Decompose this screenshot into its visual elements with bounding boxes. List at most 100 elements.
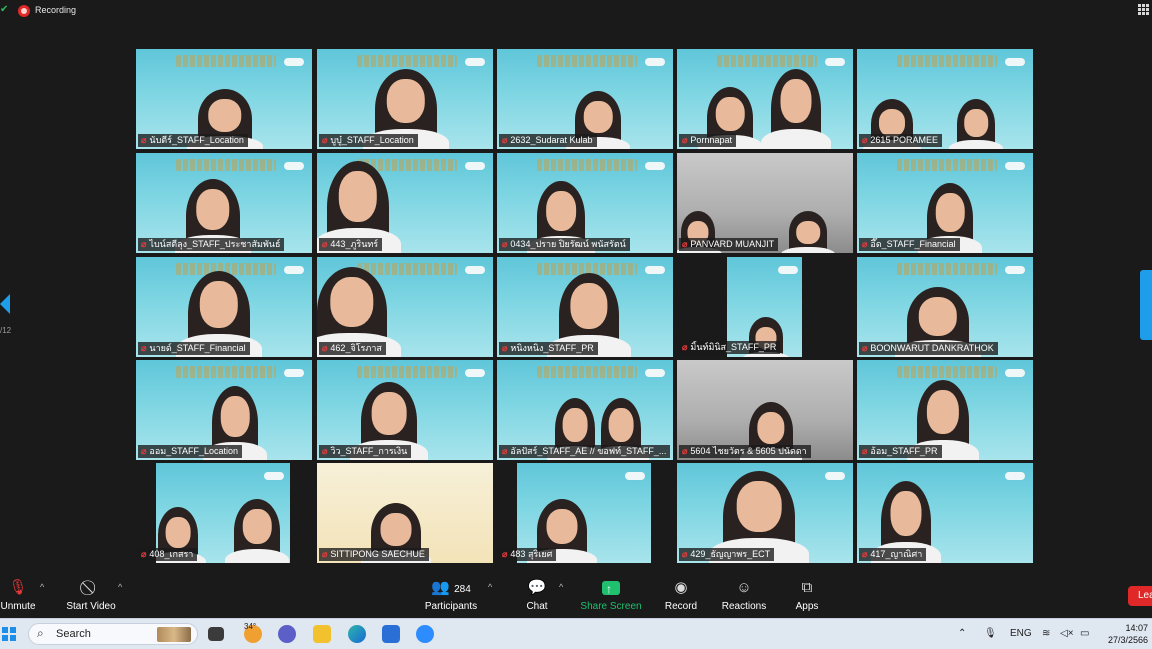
chat-label: Chat (526, 601, 548, 612)
previous-page-arrow-icon[interactable] (0, 294, 10, 314)
mic-muted-icon: ⌀ (682, 342, 688, 352)
participants-chevron-icon[interactable]: ^ (488, 582, 492, 592)
video-tile[interactable]: ⌀ อ้อม_STAFF_PR (857, 360, 1033, 460)
participant-name-bar: ⌀ 0434_ปราย ปิยรัฒน์ พนัสรัตน์ (499, 238, 630, 251)
participant-name: Pornnapat (690, 135, 732, 145)
system-clock[interactable]: 14:07 27/3/2566 (1108, 622, 1148, 646)
participant-name-bar: ⌀ 429_ธัญญาพร_ECT (679, 548, 775, 561)
unmute-button[interactable]: 🎙 Unmute (0, 578, 36, 612)
video-tile[interactable]: ⌀ นับตีร์_STAFF_Location (136, 49, 312, 149)
participants-button[interactable]: 👥 284 Participants (420, 578, 482, 612)
mic-muted-icon: ⌀ (682, 239, 688, 249)
chat-chevron-icon[interactable]: ^ (559, 582, 563, 592)
participant-name: วิว_STAFF_การเงิน (330, 446, 408, 456)
video-tile[interactable]: ⌀ 443_ภูรินทร์ (317, 153, 493, 253)
video-tile[interactable]: ⌀ 462_จิโรภาส (317, 257, 493, 357)
participant-name-bar: ⌀ 443_ภูรินทร์ (319, 238, 383, 251)
store-icon[interactable] (382, 625, 400, 643)
participant-name-bar: ⌀ 5604 ไชยวัตร & 5605 ปนัดดา (679, 445, 811, 458)
video-tile[interactable]: ⌀ อึ๊ด_STAFF_Financial (857, 153, 1033, 253)
show-hidden-icons-chevron-icon[interactable]: ⌃ (958, 628, 966, 639)
participant-name: ออม_STAFF_Location (149, 446, 239, 456)
gallery-view-icon[interactable] (1138, 4, 1149, 15)
participant-name: มิ้นท์มินิส_STAFF_PR (690, 342, 777, 352)
video-tile[interactable]: ⌀ 2615 PORAMEE (857, 49, 1033, 149)
taskbar-search-box[interactable]: ⌕ Search (28, 623, 198, 645)
teams-chat-icon[interactable] (278, 625, 296, 643)
participant-name-bar: ⌀ อึ๊ด_STAFF_Financial (859, 238, 960, 251)
participants-label: Participants (424, 601, 478, 612)
windows-taskbar: ⌕ Search 34° ⌃ 🎙 ENG ≋ ◁× ▭ 14:07 27/3/2… (0, 618, 1152, 649)
video-options-chevron-icon[interactable]: ^ (118, 582, 122, 592)
video-tile[interactable]: ⌀ 2632_Sudarat Kulab (497, 49, 673, 149)
video-tile[interactable]: ⌀ 0434_ปราย ปิยรัฒน์ พนัสรัตน์ (497, 153, 673, 253)
participant-video (224, 499, 290, 563)
wifi-icon[interactable]: ≋ (1042, 628, 1050, 639)
unmute-label: Unmute (0, 601, 36, 612)
next-page-button[interactable] (1140, 270, 1152, 340)
video-tile[interactable]: ⌀ หนิงหนิง_STAFF_PR (497, 257, 673, 357)
start-video-label: Start Video (66, 601, 116, 612)
participant-name: บูบู๋_STAFF_Location (330, 135, 414, 145)
mic-muted-icon: ⌀ (502, 135, 508, 145)
share-screen-icon (602, 579, 620, 599)
video-tile[interactable]: ⌀ บูบู๋_STAFF_Location (317, 49, 493, 149)
meeting-top-bar: ✔ Recording (0, 0, 1152, 22)
record-label: Record (664, 601, 698, 612)
participant-name: 429_ธัญญาพร_ECT (690, 549, 771, 559)
video-tile[interactable]: ⌀ อัลปัสร์_STAFF_AE // ขอฟท์_STAFF_... (497, 360, 673, 460)
participant-name-bar: ⌀ หนิงหนิง_STAFF_PR (499, 342, 598, 355)
participant-name: 443_ภูรินทร์ (330, 239, 379, 249)
mic-muted-icon: ⌀ (502, 549, 508, 559)
recording-icon (18, 5, 30, 17)
file-explorer-icon[interactable] (313, 625, 331, 643)
participant-name-bar: ⌀ PANVARD MUANJIT (679, 238, 779, 251)
chat-button[interactable]: 💬 Chat (522, 578, 552, 612)
video-tile[interactable]: ⌀ ออม_STAFF_Location (136, 360, 312, 460)
participant-name: 5604 ไชยวัตร & 5605 ปนัดดา (690, 446, 807, 456)
participant-name: นับตีร์_STAFF_Location (149, 135, 244, 145)
participant-name-bar: ⌀ อ้อม_STAFF_PR (859, 445, 942, 458)
video-tile[interactable]: ⌀ Pornnapat (677, 49, 853, 149)
apps-button[interactable]: ⧉ Apps (792, 578, 822, 612)
windows-start-icon[interactable] (2, 627, 16, 641)
video-tile[interactable]: ⌀ 5604 ไชยวัตร & 5605 ปนัดดา (677, 360, 853, 460)
share-screen-label: Share Screen (580, 601, 642, 612)
mic-muted-icon: ⌀ (682, 135, 688, 145)
zoom-app-icon[interactable] (416, 625, 434, 643)
task-view-icon[interactable] (208, 627, 224, 641)
start-video-button[interactable]: ⃠ Start Video (62, 578, 120, 612)
video-tile[interactable]: ⌀ นายด์_STAFF_Financial (136, 257, 312, 357)
participant-name: 408_เกสรา (149, 549, 194, 559)
mic-muted-icon: ⌀ (141, 343, 147, 353)
participant-name: 2615 PORAMEE (870, 135, 938, 145)
reactions-icon: ☺ (736, 579, 752, 596)
mic-muted-icon: ⌀ (141, 135, 147, 145)
edge-browser-icon[interactable] (348, 625, 366, 643)
mic-muted-icon: ⌀ (862, 549, 868, 559)
reactions-button[interactable]: ☺ Reactions (720, 578, 768, 612)
video-tile[interactable]: ⌀ 429_ธัญญาพร_ECT (677, 463, 853, 563)
background-banner (176, 55, 276, 67)
video-tile[interactable]: ⌀ วิว_STAFF_การเงิน (317, 360, 493, 460)
participants-icon: 👥 284 (431, 579, 471, 596)
video-tile[interactable]: ⌀ BOONWARUT DANKRATHOK (857, 257, 1033, 357)
video-tile[interactable]: ⌀ ไบน์สตีลุง_STAFF_ประชาสัมพันธ์ (136, 153, 312, 253)
record-button[interactable]: ◉ Record (662, 578, 700, 612)
recording-label: Recording (35, 5, 77, 15)
leave-button[interactable]: Lea (1128, 586, 1152, 606)
microphone-icon[interactable]: 🎙 (984, 628, 997, 639)
video-tile[interactable]: ⌀ PANVARD MUANJIT (677, 153, 853, 253)
battery-icon[interactable]: ▭ (1080, 628, 1089, 639)
security-shield-icon[interactable]: ✔ (0, 4, 8, 15)
video-tile[interactable]: ⌀ 417_ญาณิศา (857, 463, 1033, 563)
weather-temperature: 34° (244, 622, 257, 631)
participant-name-bar: ⌀ BOONWARUT DANKRATHOK (859, 342, 998, 355)
volume-muted-icon[interactable]: ◁× (1060, 628, 1074, 639)
share-screen-button[interactable]: Share Screen (580, 578, 642, 612)
video-tile[interactable]: ⌀ SITTIPONG SAECHUE (317, 463, 493, 563)
language-indicator[interactable]: ENG (1010, 628, 1032, 639)
audio-options-chevron-icon[interactable]: ^ (40, 582, 44, 592)
page-indicator: /12 (0, 326, 12, 335)
mic-muted-icon: ⌀ (682, 549, 688, 559)
